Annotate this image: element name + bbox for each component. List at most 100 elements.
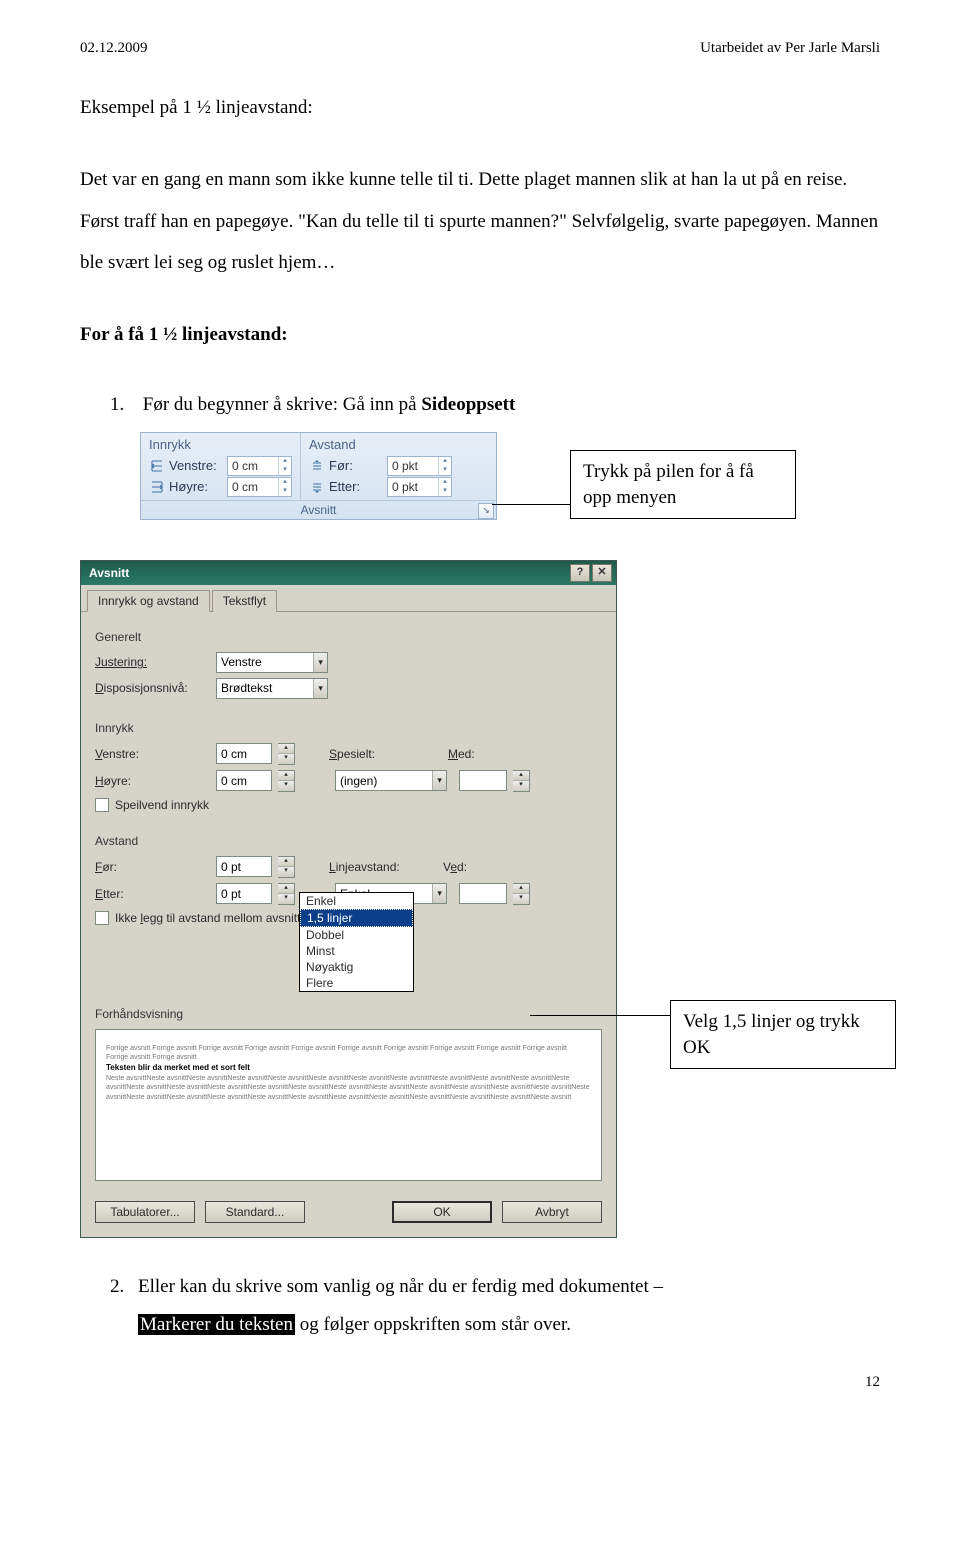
ribbon-before-spinner[interactable]: ▴▾ xyxy=(387,456,452,476)
by-value[interactable] xyxy=(460,774,506,788)
section-heading: For å få 1 ½ linjeavstand: xyxy=(80,314,880,356)
callout-line xyxy=(492,504,570,505)
ribbon-paragraph-group: Innrykk Venstre: ▴▾ xyxy=(140,432,497,520)
special-value[interactable] xyxy=(336,774,432,788)
alignment-label: Justering: xyxy=(95,655,210,669)
callout-1: Trykk på pilen for å få opp menyen xyxy=(570,450,796,519)
group-preview: Forhåndsvisning xyxy=(95,1007,602,1021)
tabs-button[interactable]: Tabulatorer... xyxy=(95,1201,195,1223)
option-noyaktig[interactable]: Nøyaktig xyxy=(300,959,413,975)
indent-right-icon xyxy=(149,479,165,495)
spin-down-icon[interactable]: ▾ xyxy=(439,466,451,475)
at-field[interactable] xyxy=(459,883,507,904)
before-field[interactable] xyxy=(216,856,272,877)
option-minst[interactable]: Minst xyxy=(300,943,413,959)
linespacing-dropdown[interactable]: Enkel 1,5 linjer Dobbel Minst Nøyaktig F… xyxy=(299,892,414,992)
spin-up-icon[interactable]: ▴ xyxy=(439,478,451,487)
dialog-launcher-icon[interactable]: ↘ xyxy=(478,503,494,519)
left-indent-value[interactable] xyxy=(217,747,271,761)
spin-down-icon[interactable]: ▾ xyxy=(279,466,291,475)
help-button[interactable]: ? xyxy=(570,564,590,582)
default-button[interactable]: Standard... xyxy=(205,1201,305,1223)
right-indent-label: Høyre: xyxy=(95,774,210,788)
step-1-bold: Sideoppsett xyxy=(421,394,515,415)
by-spinner[interactable]: ▴▾ xyxy=(513,770,530,792)
close-button[interactable]: ✕ xyxy=(592,564,612,582)
mirror-indent-checkbox[interactable]: Speilvend innrykk xyxy=(95,798,602,812)
ribbon-left-spinner[interactable]: ▴▾ xyxy=(227,456,292,476)
checkbox-icon[interactable] xyxy=(95,798,109,812)
special-combo[interactable]: ▾ xyxy=(335,770,447,791)
callout-line-2 xyxy=(530,1015,670,1016)
indent-left-icon xyxy=(149,458,165,474)
step-1: 1. Før du begynner å skrive: Gå inn på S… xyxy=(110,386,880,424)
tab-indent-spacing[interactable]: Innrykk og avstand xyxy=(87,590,210,612)
step-1-text: Før du begynner å skrive: Gå inn på xyxy=(143,394,422,415)
outline-value[interactable] xyxy=(217,681,313,695)
before-label: Før: xyxy=(95,860,210,874)
callout-2: Velg 1,5 linjer og trykk OK xyxy=(670,1000,896,1069)
tab-textflow[interactable]: Tekstflyt xyxy=(212,590,277,612)
right-indent-spinner[interactable]: ▴▾ xyxy=(278,770,295,792)
left-indent-spinner[interactable]: ▴▾ xyxy=(278,743,295,765)
spin-up-icon[interactable]: ▴ xyxy=(279,457,291,466)
option-1-5-linjer[interactable]: 1,5 linjer xyxy=(300,909,413,927)
linespacing-label: Linjeavstand: xyxy=(329,860,419,874)
dialog-title: Avsnitt xyxy=(89,566,129,580)
spin-down-icon[interactable]: ▾ xyxy=(279,487,291,496)
step-2: 2.Eller kan du skrive som vanlig og når … xyxy=(110,1268,880,1344)
preview-box: Forrige avsnitt Forrige avsnitt Forrige … xyxy=(95,1029,602,1181)
ribbon-before-label: Før: xyxy=(329,458,383,473)
left-indent-field[interactable] xyxy=(216,743,272,764)
before-spinner[interactable]: ▴▾ xyxy=(278,856,295,878)
ribbon-left-value[interactable] xyxy=(228,459,278,473)
space-after-icon xyxy=(309,479,325,495)
alignment-value[interactable] xyxy=(217,655,313,669)
option-flere[interactable]: Flere xyxy=(300,975,413,991)
spin-down-icon[interactable]: ▾ xyxy=(439,487,451,496)
special-label: Spesielt: xyxy=(329,747,404,761)
ribbon-indent-head: Innrykk xyxy=(149,437,292,452)
ribbon-left-label: Venstre: xyxy=(169,458,223,473)
checkbox-icon[interactable] xyxy=(95,911,109,925)
ok-button[interactable]: OK xyxy=(392,1201,492,1223)
preview-grey-1: Forrige avsnitt Forrige avsnitt Forrige … xyxy=(106,1044,591,1063)
at-spinner[interactable]: ▴▾ xyxy=(513,883,530,905)
spin-up-icon[interactable]: ▴ xyxy=(279,478,291,487)
option-enkel[interactable]: Enkel xyxy=(300,893,413,909)
outline-combo[interactable]: ▾ xyxy=(216,678,328,699)
alignment-combo[interactable]: ▾ xyxy=(216,652,328,673)
by-label: Med: xyxy=(448,747,488,761)
cancel-button[interactable]: Avbryt xyxy=(502,1201,602,1223)
right-indent-field[interactable] xyxy=(216,770,272,791)
after-spinner[interactable]: ▴▾ xyxy=(278,883,295,905)
after-field[interactable] xyxy=(216,883,272,904)
ribbon-right-spinner[interactable]: ▴▾ xyxy=(227,477,292,497)
at-value[interactable] xyxy=(460,887,506,901)
ribbon-after-spinner[interactable]: ▴▾ xyxy=(387,477,452,497)
ribbon-right-value[interactable] xyxy=(228,480,278,494)
step-2-text-a: Eller kan du skrive som vanlig og når du… xyxy=(138,1276,663,1297)
spin-up-icon[interactable]: ▴ xyxy=(439,457,451,466)
after-value[interactable] xyxy=(217,887,271,901)
ribbon-after-value[interactable] xyxy=(388,480,438,494)
chevron-down-icon[interactable]: ▾ xyxy=(432,884,446,903)
at-label: Ved: xyxy=(443,860,483,874)
by-field[interactable] xyxy=(459,770,507,791)
chevron-down-icon[interactable]: ▾ xyxy=(313,653,327,672)
right-indent-value[interactable] xyxy=(217,774,271,788)
chevron-down-icon[interactable]: ▾ xyxy=(432,771,446,790)
group-indent: Innrykk xyxy=(95,721,602,735)
ribbon-spacing-head: Avstand xyxy=(309,437,452,452)
ribbon-right-label: Høyre: xyxy=(169,479,223,494)
ribbon-after-label: Etter: xyxy=(329,479,383,494)
ribbon-before-value[interactable] xyxy=(388,459,438,473)
step-2-text-b: og følger oppskriften som står over. xyxy=(295,1314,571,1335)
option-dobbel[interactable]: Dobbel xyxy=(300,927,413,943)
step-2-highlight: Markerer du teksten xyxy=(138,1314,295,1335)
left-indent-label: Venstre: xyxy=(95,747,210,761)
before-value[interactable] xyxy=(217,860,271,874)
header-date: 02.12.2009 xyxy=(80,40,148,57)
chevron-down-icon[interactable]: ▾ xyxy=(313,679,327,698)
intro-heading: Eksempel på 1 ½ linjeavstand: xyxy=(80,87,880,129)
